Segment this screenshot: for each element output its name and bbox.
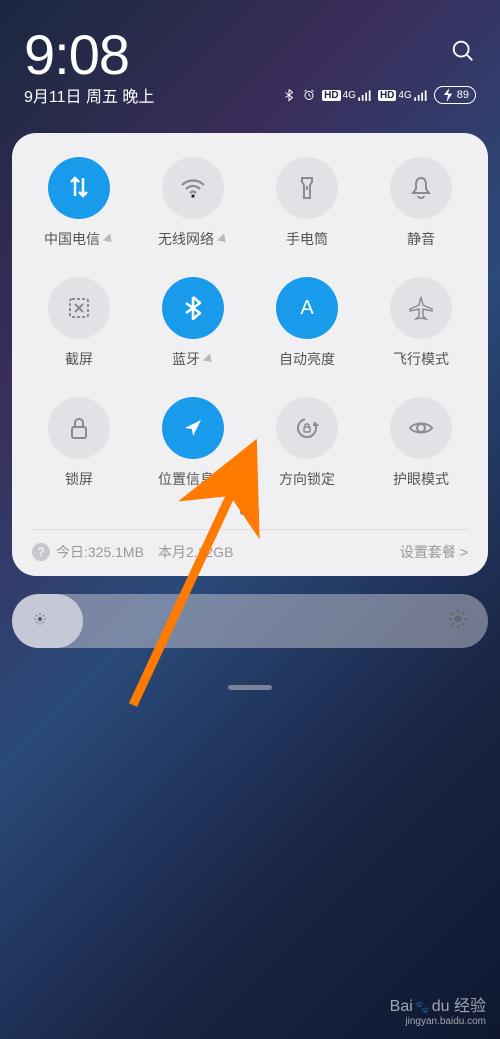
tile-label: 无线网络 (158, 229, 214, 249)
watermark-url: jingyan.baidu.com (390, 1016, 486, 1027)
tile-rotation-lock[interactable]: 方向锁定 (250, 397, 364, 489)
sim1-indicator: HD 4G (322, 88, 372, 102)
location-toggle[interactable] (162, 397, 224, 459)
tile-label: 中国电信 (44, 229, 100, 249)
airplane-icon (407, 294, 435, 322)
auto-brightness-icon: A (293, 294, 321, 322)
brightness-slider[interactable] (12, 594, 488, 648)
search-icon (450, 38, 476, 64)
eye-care-toggle[interactable] (390, 397, 452, 459)
lock-toggle[interactable] (48, 397, 110, 459)
signal-icon (414, 88, 428, 102)
tile-label: 自动亮度 (279, 349, 335, 369)
tile-lock[interactable]: 锁屏 (22, 397, 136, 489)
page-dot-1 (240, 509, 246, 515)
tile-bluetooth[interactable]: 蓝牙 (136, 277, 250, 369)
screenshot-icon (65, 294, 93, 322)
tile-label: 蓝牙 (172, 349, 200, 369)
tile-label: 静音 (407, 229, 435, 249)
search-button[interactable] (450, 38, 476, 69)
tile-location[interactable]: 位置信息 (136, 397, 250, 489)
tile-airplane[interactable]: 飞行模式 (364, 277, 478, 369)
bluetooth-toggle[interactable] (162, 277, 224, 339)
rotation-lock-toggle[interactable] (276, 397, 338, 459)
page-indicator[interactable] (22, 509, 478, 515)
divider (32, 529, 468, 530)
battery-indicator: 89 (434, 86, 476, 104)
quick-settings-panel: 中国电信 无线网络 手电筒 静音截屏 蓝牙 A 自动亮度 飞行模式锁屏 位置信息 方向锁定 护眼模式… (12, 133, 488, 576)
signal-icon (358, 88, 372, 102)
notification-header: 9:08 9月11日 周五 晚上 HD 4G HD 4G 89 (0, 0, 500, 115)
month-usage: 本月2.12GB (158, 542, 233, 562)
alarm-icon (302, 88, 316, 102)
silent-icon (407, 174, 435, 202)
silent-toggle[interactable] (390, 157, 452, 219)
watermark-brand: du 经验 (432, 992, 486, 1016)
brightness-high-icon (446, 607, 470, 636)
watermark: Bai🐾du 经验 jingyan.baidu.com (390, 992, 486, 1027)
tile-eye-care[interactable]: 护眼模式 (364, 397, 478, 489)
bolt-icon (441, 88, 455, 102)
tile-label: 锁屏 (65, 469, 93, 489)
tile-label: 护眼模式 (393, 469, 449, 489)
mobile-data-icon (65, 174, 93, 202)
tile-label: 方向锁定 (279, 469, 335, 489)
tile-flashlight[interactable]: 手电筒 (250, 157, 364, 249)
drag-handle[interactable] (228, 685, 272, 690)
location-icon (179, 414, 207, 442)
tile-label: 飞行模式 (393, 349, 449, 369)
tile-auto-brightness[interactable]: A 自动亮度 (250, 277, 364, 369)
today-usage: 今日:325.1MB (56, 542, 144, 562)
screenshot-toggle[interactable] (48, 277, 110, 339)
set-plan-link[interactable]: 设置套餐 > (400, 542, 468, 562)
page-dot-2 (254, 509, 260, 515)
expand-icon[interactable] (217, 233, 229, 245)
flashlight-icon (293, 174, 321, 202)
flashlight-toggle[interactable] (276, 157, 338, 219)
expand-icon[interactable] (217, 473, 229, 485)
eye-care-icon (407, 414, 435, 442)
rotation-lock-icon (293, 414, 321, 442)
tile-wifi[interactable]: 无线网络 (136, 157, 250, 249)
expand-icon[interactable] (103, 233, 115, 245)
tile-label: 位置信息 (158, 469, 214, 489)
tile-mobile-data[interactable]: 中国电信 (22, 157, 136, 249)
status-bar: HD 4G HD 4G 89 (282, 86, 476, 104)
help-icon: ? (32, 543, 50, 561)
date-display: 9月11日 周五 晚上 (24, 83, 154, 107)
bluetooth-icon (179, 294, 207, 322)
bluetooth-status-icon (282, 88, 296, 102)
brightness-low-icon (30, 609, 50, 634)
lock-icon (65, 414, 93, 442)
tile-silent[interactable]: 静音 (364, 157, 478, 249)
tile-screenshot[interactable]: 截屏 (22, 277, 136, 369)
time-display: 9:08 (24, 22, 129, 87)
expand-icon[interactable] (203, 353, 215, 365)
wifi-toggle[interactable] (162, 157, 224, 219)
auto-brightness-toggle[interactable]: A (276, 277, 338, 339)
mobile-data-toggle[interactable] (48, 157, 110, 219)
tile-label: 截屏 (65, 349, 93, 369)
wifi-icon (179, 174, 207, 202)
svg-text:A: A (300, 297, 314, 319)
sim2-indicator: HD 4G (378, 88, 428, 102)
tile-label: 手电筒 (286, 229, 328, 249)
data-usage-row[interactable]: ? 今日:325.1MB 本月2.12GB 设置套餐 > (22, 542, 478, 562)
airplane-toggle[interactable] (390, 277, 452, 339)
